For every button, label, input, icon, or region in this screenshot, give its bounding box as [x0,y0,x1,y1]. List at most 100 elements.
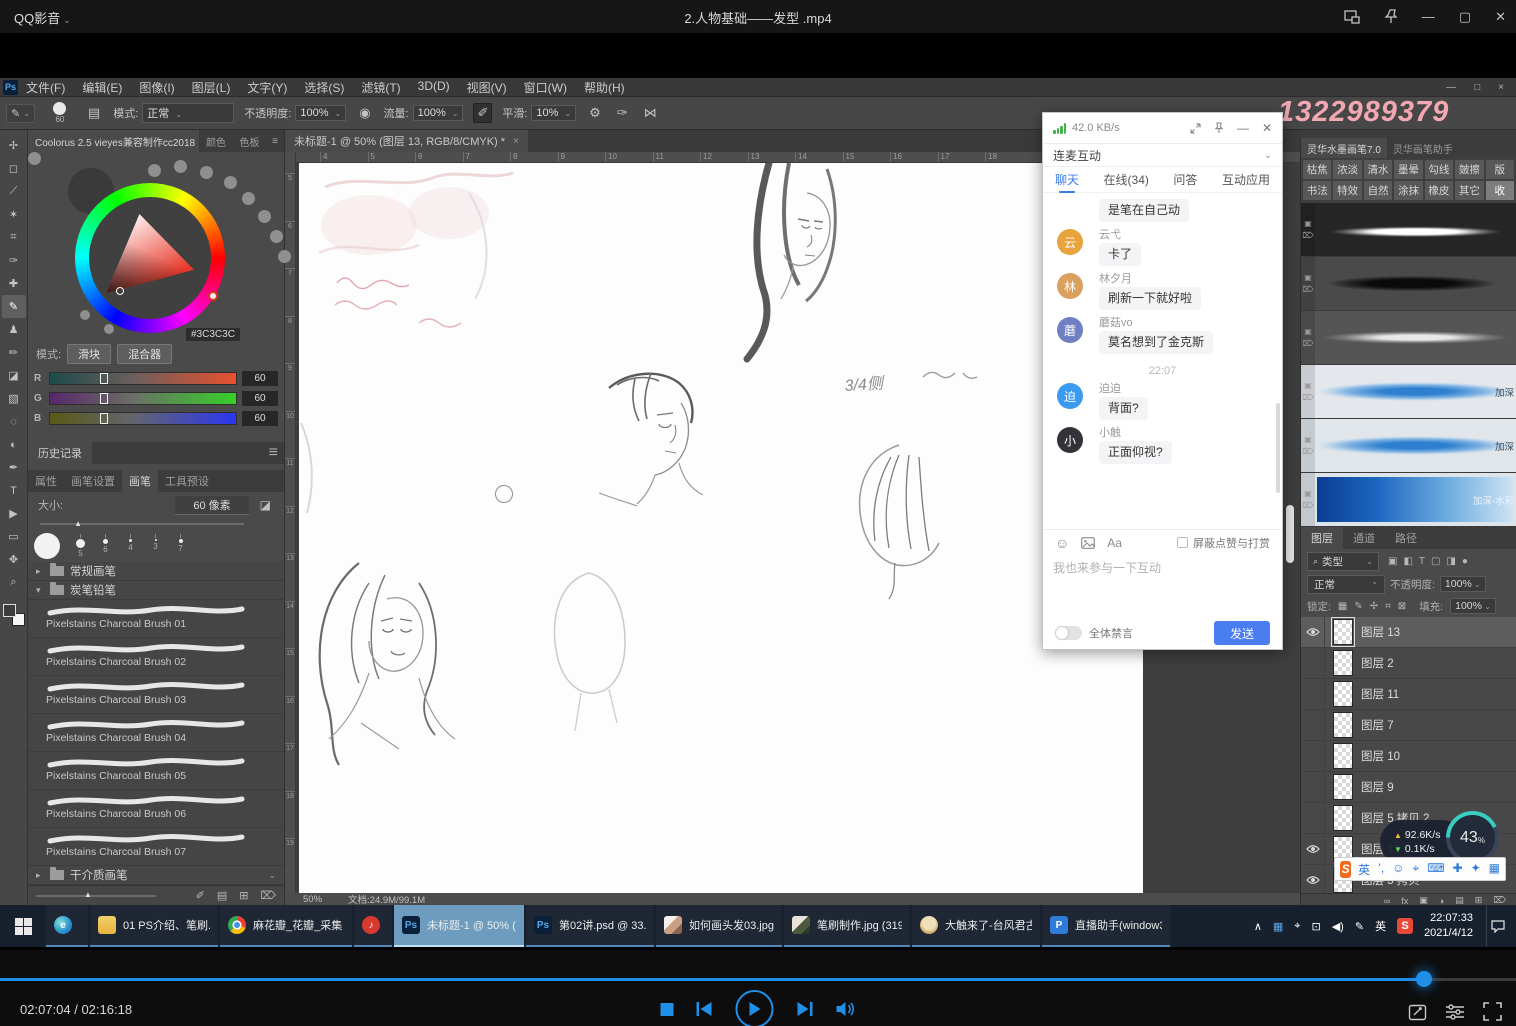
channel-slider[interactable] [49,412,237,425]
filter-pixel-icon[interactable]: ▣ [1388,556,1397,567]
block-likes-checkbox[interactable] [1177,537,1188,548]
brush-category-button[interactable]: 皴擦 [1455,160,1483,179]
ps-minimize-icon[interactable]: — [1446,82,1456,93]
lock-paint-icon[interactable]: ✎ [1354,601,1362,612]
taskbar-item[interactable]: 大触来了-台风君古... [912,905,1040,947]
layer-row[interactable]: 图层 7 [1301,710,1516,741]
brush-size-preview[interactable]: 5 [68,534,93,558]
sogou-toolbar-icon[interactable]: ☺ [1392,861,1404,878]
brush-panel-tab[interactable]: 画笔设置 [64,470,122,492]
brush-panel-tab[interactable]: 属性 [28,470,64,492]
layer-row[interactable]: 图层 11 [1301,679,1516,710]
layer-row[interactable]: 图层 13 [1301,617,1516,648]
gradient-tool[interactable]: ▧ [2,387,26,410]
folder-dry-media-brushes[interactable]: ▸干介质画笔 ⌄ [28,866,284,885]
swatch-dot[interactable] [28,152,41,165]
delete-brush-icon[interactable]: ⌦ [260,889,276,902]
layer-thumbnail[interactable] [1333,619,1353,645]
brush-category-button[interactable]: 自然 [1364,181,1392,200]
visibility-toggle[interactable] [1301,803,1325,833]
menu-item[interactable]: 窗口(W) [524,79,567,96]
fullscreen-button[interactable] [1483,1002,1502,1021]
expand-icon[interactable] [1190,123,1201,134]
brush-size-slider[interactable]: ▲ [28,518,284,530]
brush-stroke-thumbnail[interactable] [1317,207,1514,252]
send-button[interactable]: 发送 [1214,621,1270,645]
folder-charcoal-brushes[interactable]: ▾炭笔铅笔 [28,581,284,600]
channel-value[interactable]: 60 [242,411,278,426]
layer-opacity-select[interactable]: 100% [1440,576,1486,592]
tab-swatches[interactable]: 色板 [233,130,267,152]
lock-icon[interactable]: ▣ [1304,273,1312,282]
tray-icon[interactable]: ◀) [1332,920,1344,933]
sogou-toolbar-icon[interactable]: ✦ [1471,861,1481,878]
channel-value[interactable]: 60 [242,371,278,386]
pin-icon[interactable] [1214,122,1224,134]
magic-wand-tool[interactable]: ✶ [2,203,26,226]
panel-menu-icon[interactable]: ≡ [263,444,284,462]
layer-thumbnail[interactable] [1333,681,1353,707]
layer-row[interactable]: 图层 9 [1301,772,1516,803]
brush-preview-row[interactable]: ▣ ⌦ [1301,257,1516,311]
sogou-toolbar-icon[interactable]: ’, [1378,861,1384,878]
link-layers-icon[interactable]: ∞ [1384,896,1390,906]
swatch-dot[interactable] [242,192,255,205]
scrollbar-thumb[interactable] [1286,505,1294,563]
taskbar-item[interactable]: e [46,905,88,947]
avatar[interactable]: 蘑 [1057,317,1083,343]
play-button[interactable] [736,990,774,1026]
start-button[interactable] [0,905,46,947]
menu-item[interactable]: 图层(L) [192,79,231,96]
blur-tool[interactable]: ◌ [2,410,26,433]
ps-close-icon[interactable]: × [1498,82,1504,93]
visibility-toggle[interactable] [1301,710,1325,740]
visibility-toggle[interactable] [1301,679,1325,709]
swatch-dot[interactable] [80,310,90,320]
lasso-tool[interactable]: ⟋ [2,180,26,203]
eyedropper-tool[interactable]: ✑ [2,249,26,272]
lock-icon[interactable]: ▣ [1304,327,1312,336]
hand-tool[interactable]: ✥ [2,548,26,571]
dodge-tool[interactable]: ◐ [2,433,26,456]
brush-category-button[interactable]: 浓淡 [1333,160,1361,179]
taskbar-item[interactable]: 麻花瓣_花瓣_采集 -... [220,905,352,947]
minimize-icon[interactable]: — [1422,9,1435,24]
filter-type-icon[interactable]: T [1419,556,1425,567]
taskbar-item[interactable]: 笔刷制作.jpg (319... [784,905,910,947]
brush-stroke-thumbnail[interactable] [1317,315,1514,360]
slider-knob-icon[interactable]: ▲ [74,519,82,528]
playback-settings-button[interactable] [1445,1003,1465,1021]
swatch-dot[interactable] [148,164,161,177]
layer-blend-select[interactable]: 正常 [1307,575,1385,594]
lock-icon[interactable]: ▣ [1304,381,1312,390]
menu-item[interactable]: 文件(F) [26,79,65,96]
sogou-toolbar-icon[interactable]: ⌖ [1412,861,1419,878]
hue-marker[interactable] [208,291,218,301]
action-center-button[interactable] [1486,905,1508,947]
pen-tool[interactable]: ✒ [2,456,26,479]
avatar[interactable]: 迫 [1057,383,1083,409]
swatch-dot[interactable] [200,166,213,179]
next-button[interactable] [796,1001,814,1017]
chat-panel-title-row[interactable]: 连麦互动 ⌄ [1043,143,1282,167]
tab-coolorus[interactable]: Coolorus 2.5 vieyes兼容制作cc2018 [28,130,199,152]
delete-icon[interactable]: ⌦ [1302,501,1313,510]
brush-stroke-thumbnail[interactable] [1317,369,1514,414]
zoom-level[interactable]: 50% [303,894,322,905]
menu-item[interactable]: 3D(D) [418,79,450,96]
flow-select[interactable]: 100% [413,105,464,121]
lock-transparency-icon[interactable]: ▦ [1338,601,1347,612]
brush-category-button[interactable]: 枯焦 [1303,160,1331,179]
brush-category-button[interactable]: 书法 [1303,181,1331,200]
lock-all-icon[interactable]: ⊠ [1398,601,1406,612]
zoom-tool[interactable]: ⌕ [2,571,26,594]
filter-switch-icon[interactable]: ● [1462,556,1468,567]
layer-fill-select[interactable]: 100% [1450,598,1496,614]
delete-icon[interactable]: ⌦ [1302,393,1313,402]
brush-stroke-thumbnail[interactable] [1317,423,1514,468]
lock-icon[interactable]: ▣ [1304,489,1312,498]
brush-size-field[interactable]: 60 像素 [175,496,248,515]
layer-thumbnail[interactable] [1333,774,1353,800]
mixer-mode-button[interactable]: 混合器 [117,344,172,364]
menu-item[interactable]: 滤镜(T) [361,79,400,96]
